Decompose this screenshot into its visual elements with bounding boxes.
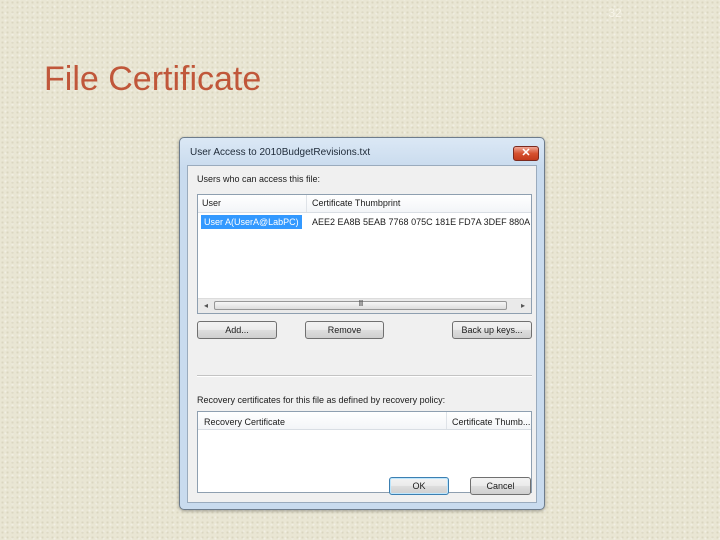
add-button[interactable]: Add...	[197, 321, 277, 339]
user-access-dialog: User Access to 2010BudgetRevisions.txt ✕…	[179, 137, 545, 510]
table-row-user[interactable]: User A(UserA@LabPC)	[201, 215, 302, 229]
dialog-client-area: Users who can access this file: User Cer…	[187, 165, 537, 503]
cancel-button[interactable]: Cancel	[470, 477, 531, 495]
users-list[interactable]: User Certificate Thumbprint User A(UserA…	[197, 194, 532, 314]
dialog-title: User Access to 2010BudgetRevisions.txt	[190, 147, 371, 158]
column-header-certificate-thumb[interactable]: Certificate Thumb...	[448, 414, 531, 431]
column-header-recovery-certificate[interactable]: Recovery Certificate	[200, 414, 445, 431]
table-row-thumbprint[interactable]: AEE2 EA8B 5EAB 7768 075C 181E FD7A 3DEF …	[312, 215, 531, 229]
recovery-label: Recovery certificates for this file as d…	[197, 395, 446, 405]
close-icon: ✕	[521, 147, 531, 159]
ok-button[interactable]: OK	[389, 477, 449, 495]
column-header-thumbprint[interactable]: Certificate Thumbprint	[308, 195, 531, 212]
slide-title: File Certificate	[44, 60, 262, 98]
scroll-right-icon[interactable]: ▸	[516, 299, 530, 313]
column-separator[interactable]	[306, 195, 307, 212]
section-divider	[197, 375, 532, 377]
remove-button[interactable]: Remove	[305, 321, 384, 339]
users-label: Users who can access this file:	[197, 174, 321, 184]
column-separator[interactable]	[446, 412, 447, 429]
back-up-keys-button[interactable]: Back up keys...	[452, 321, 532, 339]
grip-icon: III	[358, 299, 364, 308]
close-button[interactable]: ✕	[513, 146, 539, 161]
scrollbar-thumb[interactable]: III	[214, 299, 507, 310]
column-header-user[interactable]: User	[198, 195, 306, 212]
scroll-left-icon[interactable]: ◂	[199, 299, 213, 313]
horizontal-scrollbar[interactable]: ◂ III ▸	[198, 298, 531, 313]
slide-number: 32	[608, 6, 622, 20]
